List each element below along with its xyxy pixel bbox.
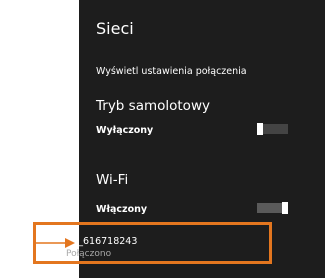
wifi-toggle[interactable] [257,202,288,214]
network-name: AP_616718243 [66,236,138,247]
toggle-fill [257,203,282,213]
view-connection-settings-link[interactable]: Wyświetl ustawienia połączenia [96,66,247,77]
wifi-state: Włączony [96,204,148,215]
panel-title: Sieci [96,19,134,38]
wifi-label: Wi-Fi [96,172,129,188]
toggle-thumb [282,202,288,214]
network-status: Połączono [66,249,112,259]
airplane-mode-toggle[interactable] [257,123,288,135]
toggle-thumb [257,123,263,135]
airplane-mode-state: Wyłączony [96,125,154,136]
airplane-mode-label: Tryb samolotowy [96,98,210,114]
arrow-right-icon [36,238,75,248]
